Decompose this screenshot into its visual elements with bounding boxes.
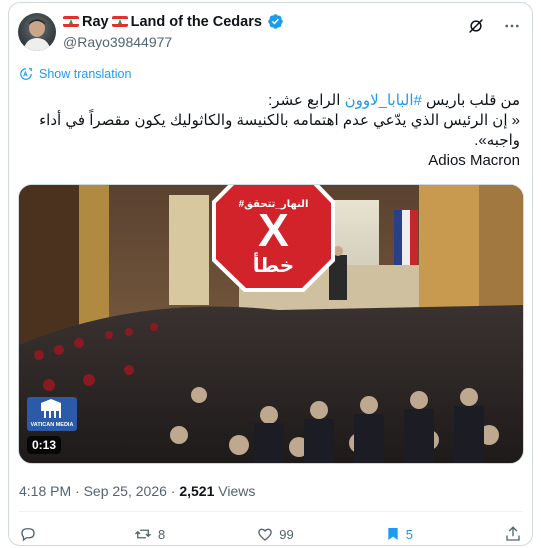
meta-separator: · xyxy=(75,483,84,499)
fact-check-verdict: خطأ xyxy=(252,255,295,277)
tweet-line-2: « إن الرئيس الذي يدّعي عدم اهتمامه بالكن… xyxy=(39,112,520,129)
hashtag-link[interactable]: #البابا_لاوون xyxy=(345,92,422,109)
verified-badge-icon xyxy=(268,14,283,29)
lebanon-flag-icon xyxy=(111,16,128,27)
bookmark-icon xyxy=(388,528,398,540)
fact-check-stop-sign: #النهار_تتحقق X خطأ xyxy=(216,185,331,288)
user-handle[interactable]: @Rayo39844977 xyxy=(63,34,172,50)
more-icon[interactable] xyxy=(502,16,522,36)
cross-mark-icon: X xyxy=(258,204,289,256)
like-icon xyxy=(258,528,272,541)
translate-icon xyxy=(20,68,32,80)
vatican-media-logo: VATICAN MEDIA xyxy=(27,397,77,431)
tweet-text: من قلب باريس #البابا_لاوون الرابع عشر: «… xyxy=(19,91,520,171)
video-player[interactable]: #النهار_تتحقق X خطأ VATICAN MEDIA 0:13 xyxy=(18,184,524,464)
display-name-part-1[interactable]: Ray xyxy=(82,14,109,30)
display-name-row[interactable]: Ray Land of the Cedars xyxy=(63,13,284,30)
bookmark-button[interactable]: 5 xyxy=(385,525,413,543)
views-label: Views xyxy=(218,483,256,499)
repost-button[interactable]: 8 xyxy=(133,525,165,543)
video-duration: 0:13 xyxy=(27,436,62,454)
tweet-line-1-pre: من قلب باريس xyxy=(421,92,520,109)
lebanon-flag-icon xyxy=(63,16,79,27)
avatar[interactable] xyxy=(18,13,56,51)
tweet-line-4: Adios Macron xyxy=(428,152,520,169)
display-name-part-2[interactable]: Land of the Cedars xyxy=(131,14,262,30)
views-count: 2,521 xyxy=(179,483,215,499)
tweet-line-3: واجبه». xyxy=(474,132,520,149)
svg-text:VATICAN MEDIA: VATICAN MEDIA xyxy=(31,422,74,428)
like-count: 99 xyxy=(279,526,294,542)
grok-icon[interactable] xyxy=(466,16,486,36)
tweet-top-actions xyxy=(466,16,522,36)
tweet-line-1-post: الرابع عشر: xyxy=(268,92,345,109)
retweet-icon xyxy=(135,529,151,539)
tweet-line-1: من قلب باريس #البابا_لاوون الرابع عشر: xyxy=(19,91,520,111)
like-button[interactable]: 99 xyxy=(256,525,294,543)
bookmark-count: 5 xyxy=(405,526,413,542)
divider xyxy=(18,511,523,512)
share-icon xyxy=(506,526,520,541)
tweet-meta: 4:18 PM · Sep 25, 2026 · 2,521 Views xyxy=(19,483,255,499)
show-translation-link[interactable]: Show translation xyxy=(19,67,131,81)
tweet-time[interactable]: 4:18 PM xyxy=(19,483,71,499)
repost-count: 8 xyxy=(158,526,166,542)
action-bar: 8 99 5 xyxy=(19,525,522,543)
share-button[interactable] xyxy=(504,525,522,543)
reply-button[interactable] xyxy=(19,525,42,543)
show-translation-label: Show translation xyxy=(39,67,132,81)
tweet-card: Ray Land of the Cedars @Rayo39844977 Sho… xyxy=(8,2,533,546)
reply-icon xyxy=(21,528,35,542)
tweet-date[interactable]: Sep 25, 2026 xyxy=(84,483,167,499)
